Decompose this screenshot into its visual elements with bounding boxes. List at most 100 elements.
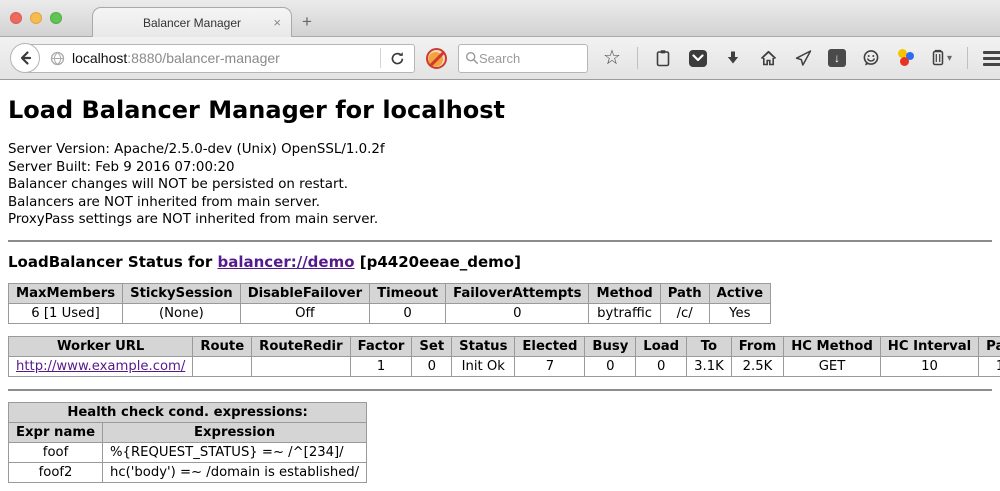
table-title-row: Health check cond. expressions: <box>9 402 367 422</box>
col-routeredir: RouteRedir <box>252 336 350 356</box>
table-header-row: Expr name Expression <box>9 422 367 442</box>
table-row: foof %{REQUEST_STATUS} =~ /^[234]/ <box>9 442 367 462</box>
close-window-button[interactable] <box>10 12 22 24</box>
cell-set: 0 <box>412 356 452 376</box>
cell-disablefailover: Off <box>240 303 369 323</box>
table-header-row: Worker URL Route RouteRedir Factor Set S… <box>9 336 1000 356</box>
cell-from: 2.5K <box>731 356 783 376</box>
col-busy: Busy <box>585 336 636 356</box>
cell-path: /c/ <box>660 303 709 323</box>
health-table-title: Health check cond. expressions: <box>9 402 367 422</box>
col-maxmembers: MaxMembers <box>9 283 123 303</box>
home-icon[interactable] <box>758 48 778 68</box>
status-suffix: [p4420eeae_demo] <box>355 253 521 271</box>
clipboard-icon[interactable] <box>653 48 673 68</box>
col-active: Active <box>709 283 770 303</box>
status-prefix: LoadBalancer Status for <box>8 253 217 271</box>
cell-busy: 0 <box>585 356 636 376</box>
cell-active: Yes <box>709 303 770 323</box>
persist-note-line: Balancer changes will NOT be persisted o… <box>8 176 992 194</box>
worker-url-link[interactable]: http://www.example.com/ <box>16 359 185 374</box>
cell-expression: hc('body') =~ /domain is established/ <box>103 462 367 482</box>
cell-expression: %{REQUEST_STATUS} =~ /^[234]/ <box>103 442 367 462</box>
cell-failoverattempts: 0 <box>446 303 589 323</box>
bookmark-star-icon[interactable]: ☆ <box>602 48 622 68</box>
col-factor: Factor <box>350 336 412 356</box>
col-set: Set <box>412 336 452 356</box>
cell-expr-name: foof <box>9 442 103 462</box>
toolbar-icons: ☆ ↓ ▾ <box>602 47 1000 69</box>
url-host: localhost <box>72 50 127 66</box>
col-hc-interval: HC Interval <box>880 336 978 356</box>
col-expr-name: Expr name <box>9 422 103 442</box>
cell-elected: 7 <box>515 356 585 376</box>
send-plane-icon[interactable] <box>793 48 813 68</box>
col-worker-url: Worker URL <box>9 336 193 356</box>
col-expression: Expression <box>103 422 367 442</box>
cell-factor: 1 <box>350 356 412 376</box>
cell-passes: 1 (0) <box>979 356 1000 376</box>
page-content: Load Balancer Manager for localhost Serv… <box>0 80 1000 491</box>
balancer-settings-table: MaxMembers StickySession DisableFailover… <box>8 283 771 324</box>
browser-window: Balancer Manager × + localhost:8880/bala… <box>0 0 1000 491</box>
search-input[interactable] <box>479 51 574 66</box>
video-download-icon[interactable]: ↓ <box>828 49 846 67</box>
cell-load: 0 <box>636 356 687 376</box>
col-load: Load <box>636 336 687 356</box>
back-button[interactable] <box>10 43 40 73</box>
reload-icon <box>390 51 405 66</box>
new-tab-button[interactable]: + <box>302 12 312 32</box>
balancer-status-heading: LoadBalancer Status for balancer://demo … <box>8 253 992 271</box>
balancer-demo-link[interactable]: balancer://demo <box>217 253 354 271</box>
toolbar-separator <box>637 47 638 69</box>
globe-icon <box>50 51 65 66</box>
colored-dots-icon[interactable] <box>896 48 916 68</box>
server-version-line: Server Version: Apache/2.5.0-dev (Unix) … <box>8 141 992 159</box>
col-route: Route <box>193 336 252 356</box>
col-status: Status <box>452 336 515 356</box>
tab-title: Balancer Manager <box>143 16 241 30</box>
window-controls <box>10 12 62 24</box>
caret-down-icon[interactable]: ▾ <box>947 53 952 64</box>
url-path: :8880/balancer-manager <box>127 50 280 66</box>
inherit-note-line: Balancers are NOT inherited from main se… <box>8 194 992 212</box>
search-bar[interactable] <box>458 44 588 73</box>
url-text: localhost:8880/balancer-manager <box>72 50 280 66</box>
minimize-window-button[interactable] <box>30 12 42 24</box>
chat-smiley-icon[interactable] <box>861 48 881 68</box>
cell-timeout: 0 <box>370 303 446 323</box>
reload-button[interactable] <box>381 51 414 66</box>
col-to: To <box>687 336 732 356</box>
col-stickysession: StickySession <box>123 283 241 303</box>
proxypass-note-line: ProxyPass settings are NOT inherited fro… <box>8 211 992 229</box>
table-header-row: MaxMembers StickySession DisableFailover… <box>9 283 771 303</box>
tab-bar: Balancer Manager × + <box>0 0 1000 37</box>
cell-status: Init Ok <box>452 356 515 376</box>
col-from: From <box>731 336 783 356</box>
cell-stickysession: (None) <box>123 303 241 323</box>
container-icon[interactable]: ▾ <box>931 48 952 68</box>
content-blocker-icon[interactable] <box>426 48 447 69</box>
server-built-line: Server Built: Feb 9 2016 07:00:20 <box>8 159 992 177</box>
col-method: Method <box>589 283 660 303</box>
zoom-window-button[interactable] <box>50 12 62 24</box>
table-row: http://www.example.com/ 1 0 Init Ok 7 0 … <box>9 356 1000 376</box>
menu-icon[interactable] <box>983 51 1000 66</box>
col-hc-method: HC Method <box>784 336 881 356</box>
pocket-icon[interactable] <box>688 48 708 68</box>
page-title: Load Balancer Manager for localhost <box>8 96 992 124</box>
cell-hc-interval: 10 <box>880 356 978 376</box>
url-bar[interactable]: localhost:8880/balancer-manager <box>25 44 415 73</box>
cell-hc-method: GET <box>784 356 881 376</box>
col-timeout: Timeout <box>370 283 446 303</box>
search-icon <box>465 51 479 65</box>
tab-balancer-manager[interactable]: Balancer Manager × <box>92 7 292 37</box>
tab-close-icon[interactable]: × <box>273 15 281 30</box>
worker-table: Worker URL Route RouteRedir Factor Set S… <box>8 336 1000 377</box>
cell-method: bytraffic <box>589 303 660 323</box>
section-divider <box>8 389 992 391</box>
downloads-icon[interactable] <box>723 48 743 68</box>
table-row: foof2 hc('body') =~ /domain is establish… <box>9 462 367 482</box>
col-elected: Elected <box>515 336 585 356</box>
cell-expr-name: foof2 <box>9 462 103 482</box>
